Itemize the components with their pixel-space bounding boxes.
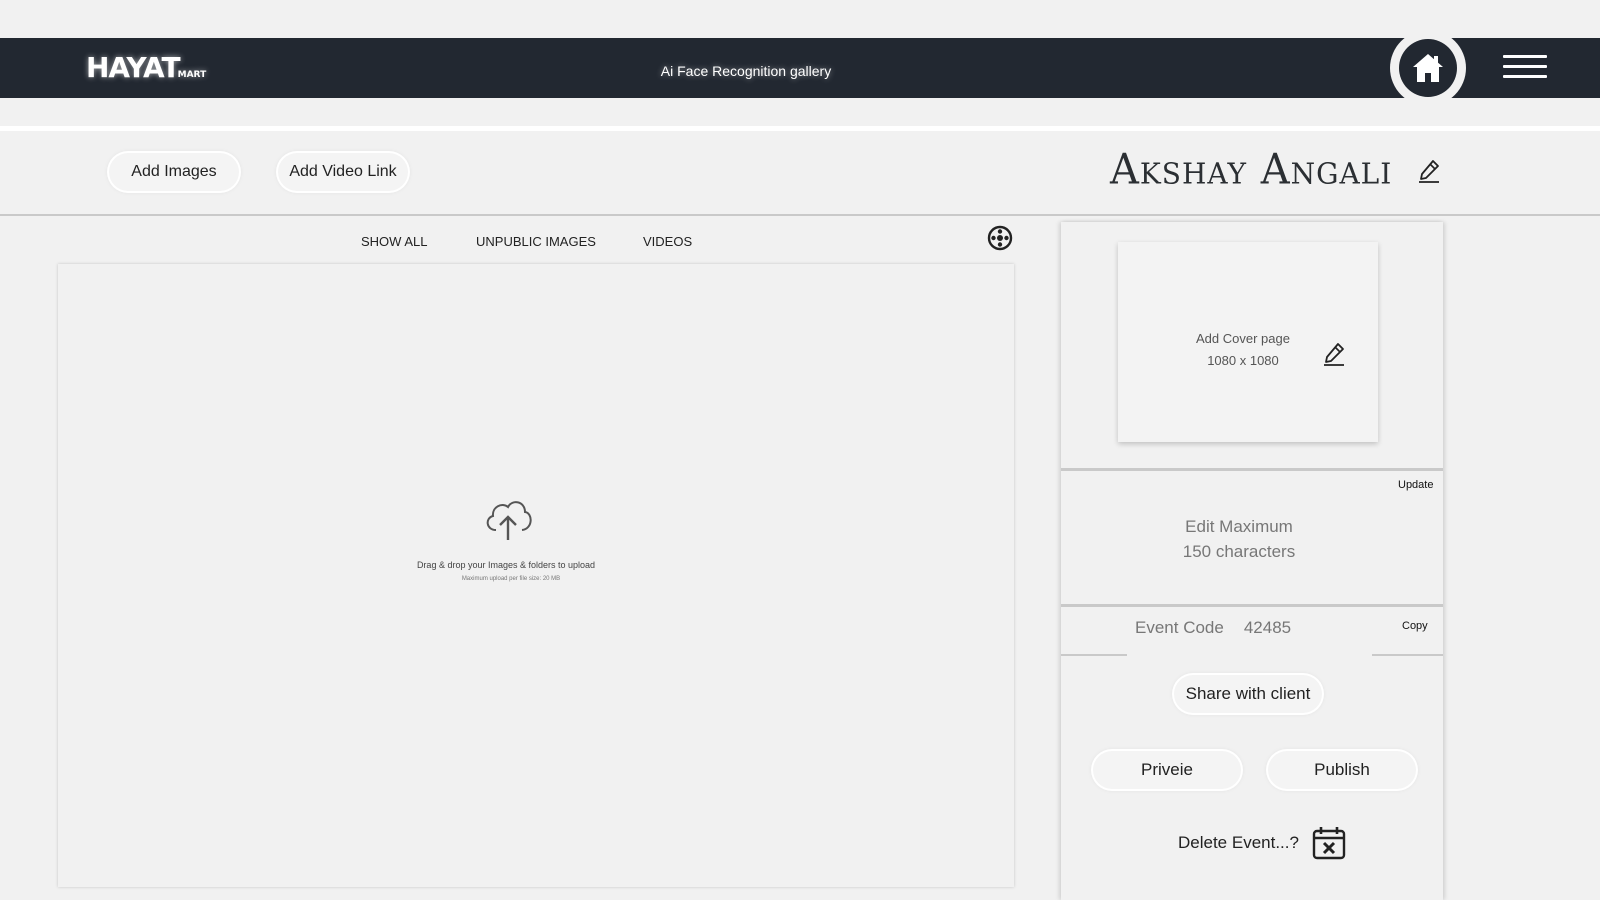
code-underline-left xyxy=(1061,654,1127,656)
tab-show-all[interactable]: SHOW ALL xyxy=(361,234,427,249)
toolbar: Add Images Add Video Link Akshay Angali xyxy=(0,131,1600,215)
tab-unpublic-images[interactable]: UNPUBLIC IMAGES xyxy=(476,234,596,249)
event-name-title: Akshay Angali xyxy=(1110,145,1393,195)
description-placeholder-line1: Edit Maximum xyxy=(1185,517,1293,536)
hamburger-menu-icon[interactable] xyxy=(1503,55,1547,81)
delete-event-button[interactable]: Delete Event...? xyxy=(1178,825,1347,861)
home-icon xyxy=(1413,54,1443,82)
settings-gear-icon[interactable] xyxy=(987,225,1013,251)
app-title: Ai Face Recognition gallery xyxy=(660,63,832,79)
update-link[interactable]: Update xyxy=(1398,479,1433,491)
event-code-value: 42485 xyxy=(1243,618,1292,637)
upload-instructions: Drag & drop your Images & folders to upl… xyxy=(416,560,596,570)
add-video-link-button[interactable]: Add Video Link xyxy=(278,153,408,191)
panel-divider-1 xyxy=(1061,468,1443,471)
add-images-button[interactable]: Add Images xyxy=(109,153,239,191)
description-placeholder-line2: 150 characters xyxy=(1182,542,1296,561)
upload-dropzone[interactable]: Drag & drop your Images & folders to upl… xyxy=(58,264,1014,887)
toolbar-divider xyxy=(0,214,1600,216)
upload-size-limit: Maximum upload per file size: 20 MB xyxy=(461,576,561,582)
code-underline-right xyxy=(1372,654,1443,656)
copy-code-link[interactable]: Copy xyxy=(1402,620,1428,632)
home-button-wrap xyxy=(1390,30,1466,106)
publish-button[interactable]: Publish xyxy=(1268,751,1416,789)
share-with-client-button[interactable]: Share with client xyxy=(1174,675,1322,713)
tab-videos[interactable]: VIDEOS xyxy=(643,234,692,249)
delete-event-label: Delete Event...? xyxy=(1178,833,1299,852)
event-side-panel: Add Cover page 1080 x 1080 Update Edit M… xyxy=(1061,222,1443,900)
cloud-upload-icon xyxy=(486,501,532,540)
event-description-field[interactable]: Edit Maximum 150 characters xyxy=(1061,514,1417,564)
app-header: HAYATMART Ai Face Recognition gallery xyxy=(0,30,1600,106)
edit-event-name-icon[interactable] xyxy=(1418,159,1440,183)
event-code-label: Event Code xyxy=(1135,618,1224,637)
panel-divider-2 xyxy=(1061,604,1443,607)
edit-cover-icon[interactable] xyxy=(1323,342,1345,366)
cover-page-box[interactable]: Add Cover page 1080 x 1080 xyxy=(1118,242,1378,442)
home-button[interactable] xyxy=(1399,39,1457,97)
preview-button[interactable]: Priveie xyxy=(1093,751,1241,789)
calendar-delete-icon xyxy=(1312,827,1346,860)
event-code-row: Event Code 42485 xyxy=(1135,618,1311,638)
